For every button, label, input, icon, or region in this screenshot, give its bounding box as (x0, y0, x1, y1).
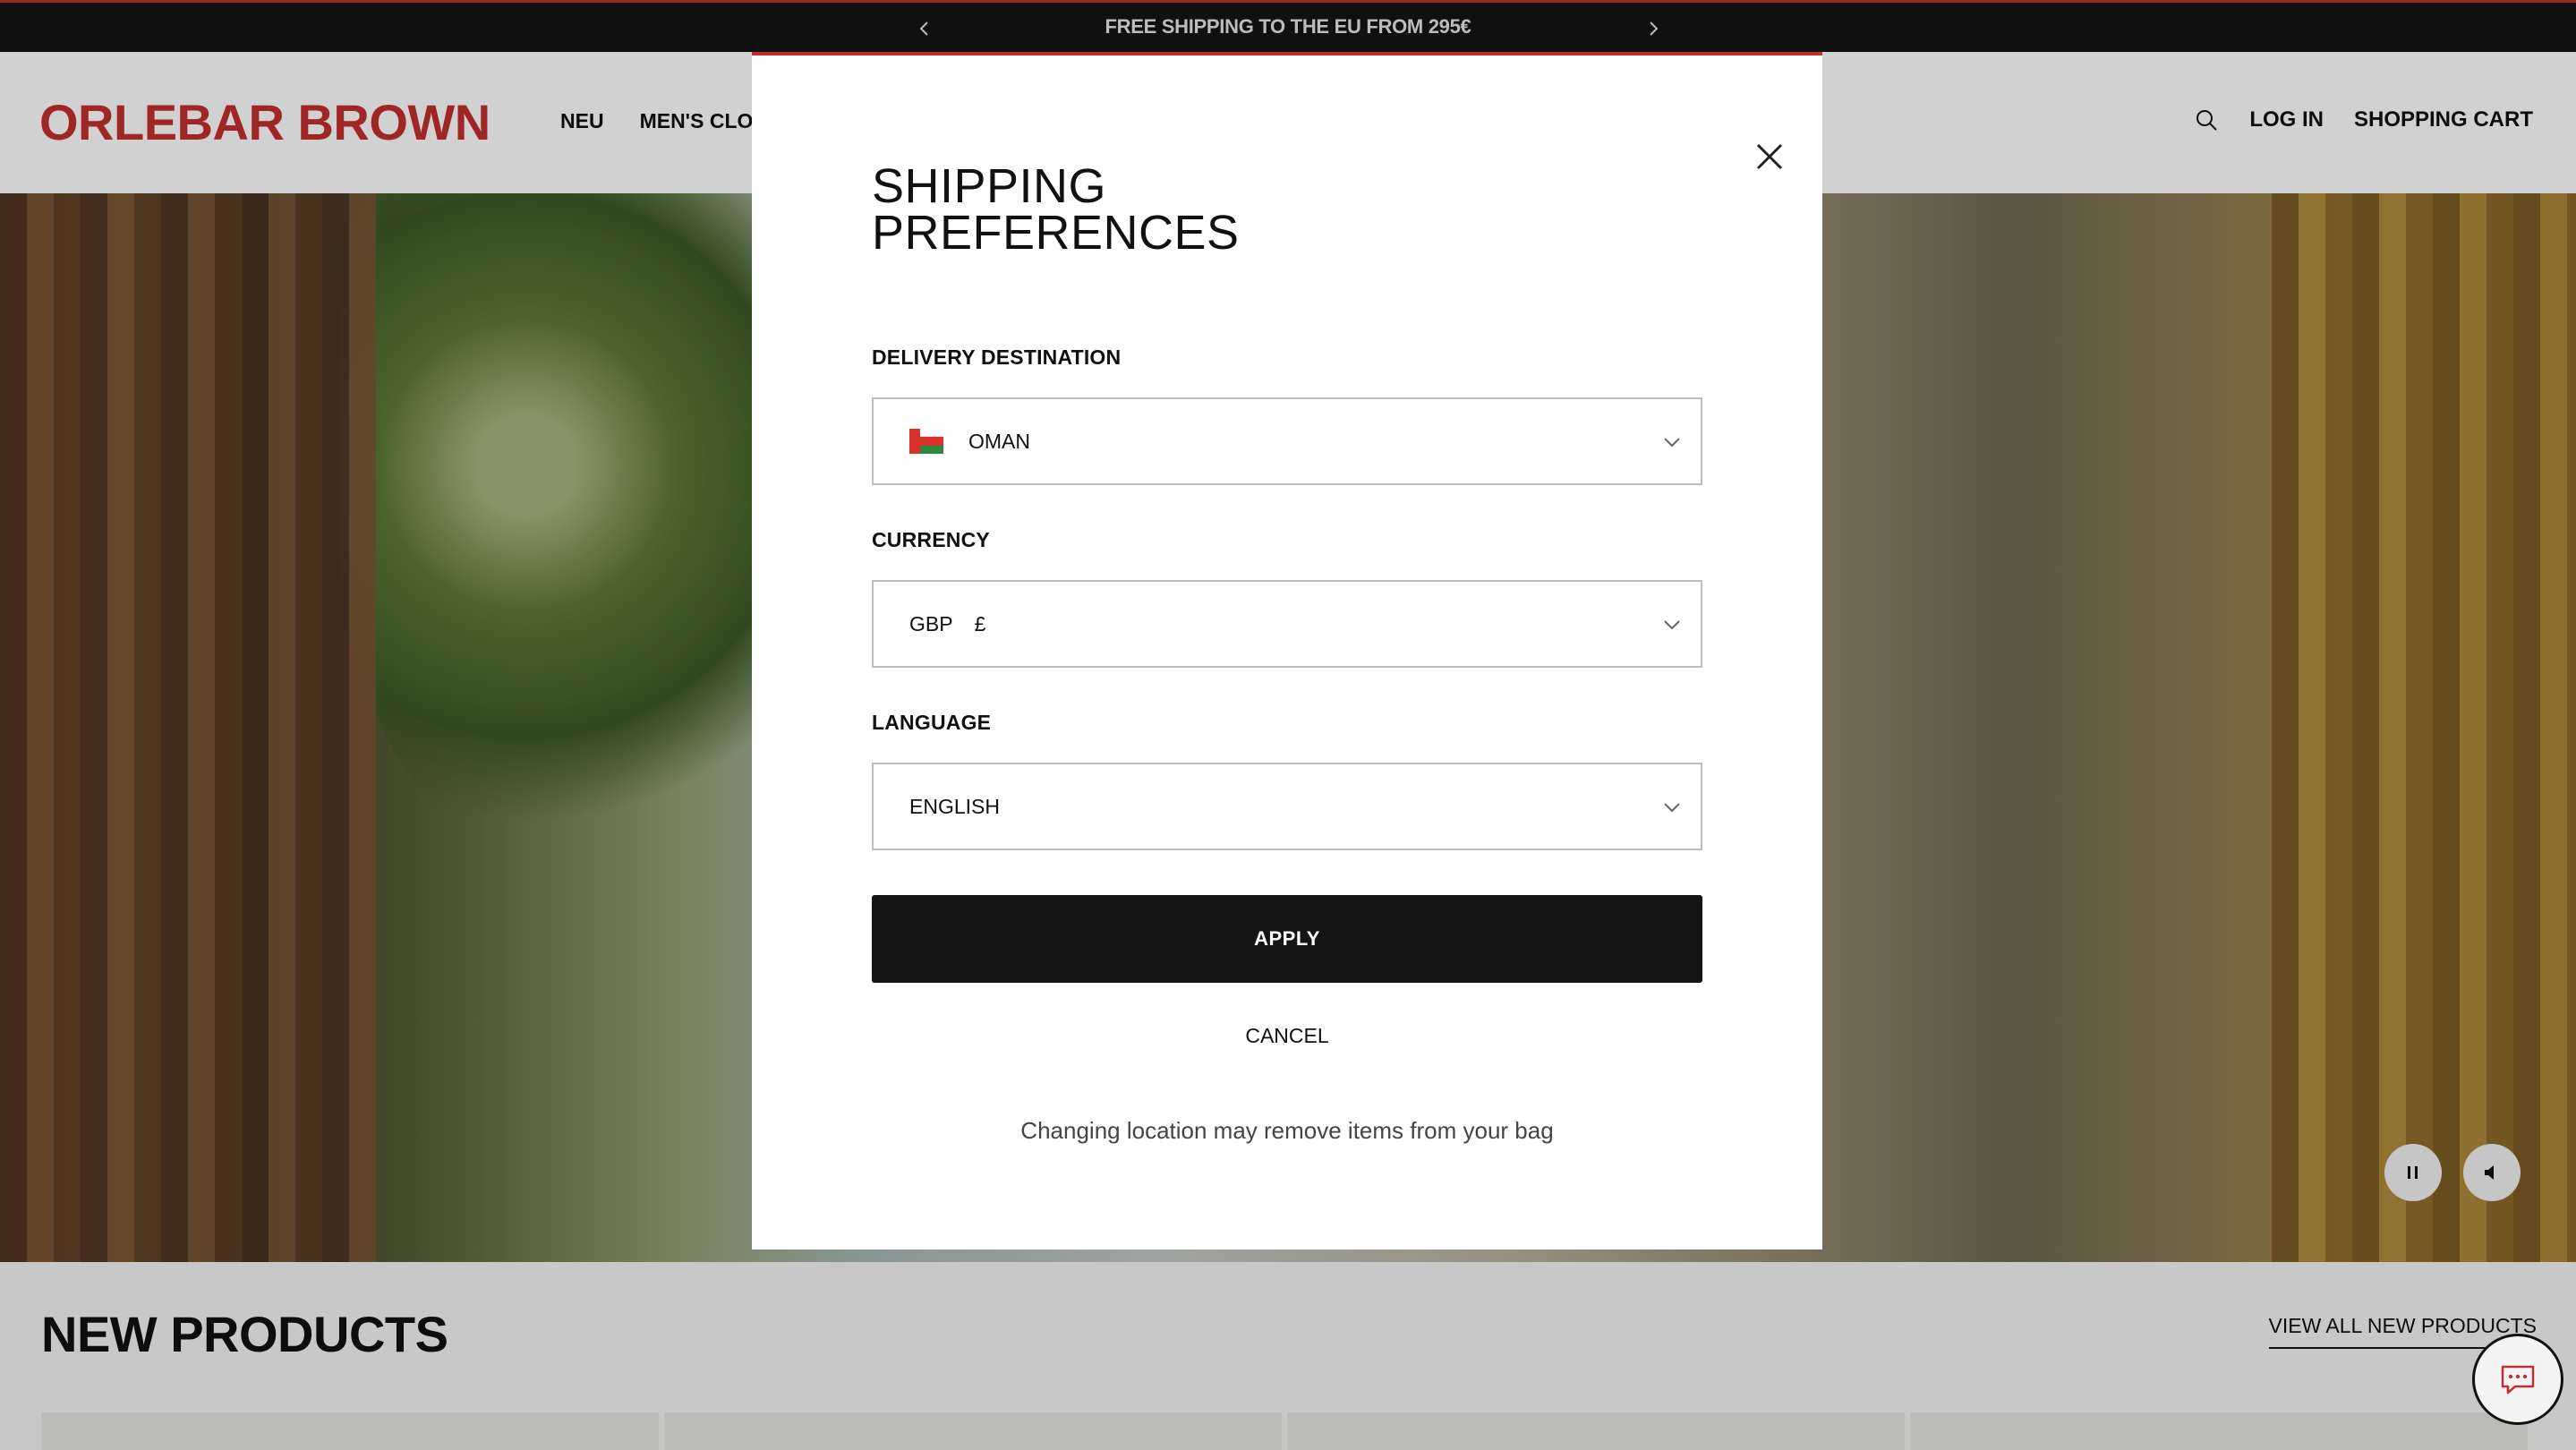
language-label: LANGUAGE (872, 711, 992, 734)
language-value: ENGLISH (909, 794, 1000, 818)
chat-icon (2501, 1365, 2535, 1395)
delivery-destination-value: OMAN (968, 429, 1030, 453)
location-change-note: Changing location may remove items from … (1020, 1117, 1554, 1144)
modal-title: SHIPPING PREFERENCES (872, 159, 1240, 260)
language-select[interactable]: ENGLISH (872, 763, 1702, 850)
currency-code: GBP (909, 611, 953, 635)
chevron-down-icon (1661, 614, 1683, 635)
cancel-button[interactable]: CANCEL (872, 1024, 1702, 1048)
currency-select[interactable]: GBP £ (872, 580, 1702, 668)
chat-button[interactable] (2472, 1334, 2563, 1425)
close-button[interactable] (1747, 134, 1792, 179)
shipping-preferences-modal: SHIPPING PREFERENCES DELIVERY DESTINATIO… (752, 52, 1822, 1250)
delivery-destination-select[interactable]: OMAN (872, 397, 1702, 485)
apply-button[interactable]: APPLY (872, 895, 1702, 983)
close-icon (1756, 143, 1783, 170)
chevron-down-icon (1661, 431, 1683, 453)
currency-label: CURRENCY (872, 528, 990, 551)
delivery-destination-label: DELIVERY DESTINATION (872, 345, 1122, 369)
currency-symbol: £ (974, 611, 986, 635)
oman-flag-icon (909, 429, 943, 454)
chevron-down-icon (1661, 797, 1683, 818)
